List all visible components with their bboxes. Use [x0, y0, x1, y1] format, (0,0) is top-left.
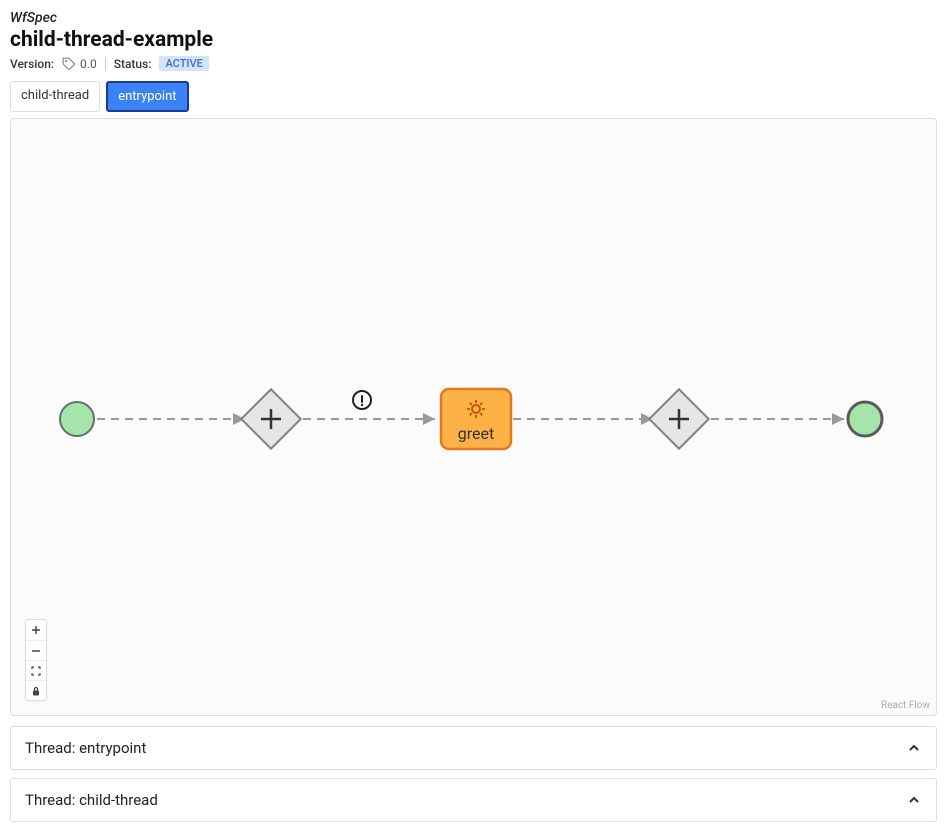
- start-node[interactable]: [60, 402, 94, 436]
- status-badge: ACTIVE: [159, 56, 208, 71]
- exclamation-icon: [353, 391, 371, 409]
- lock-icon: [31, 686, 41, 696]
- reactflow-attribution: React Flow: [881, 700, 930, 711]
- accordion-item-entrypoint[interactable]: Thread: entrypoint: [10, 726, 937, 770]
- accordion-label: Thread: child-thread: [25, 791, 158, 809]
- meta-divider: [105, 57, 106, 71]
- version-label: Version:: [10, 57, 54, 71]
- thread-accordion: Thread: entrypoint Thread: child-thread: [10, 726, 937, 822]
- accordion-item-child-thread[interactable]: Thread: child-thread: [10, 778, 937, 822]
- tag-icon: [62, 57, 76, 71]
- lock-button[interactable]: [26, 680, 46, 700]
- zoom-in-button[interactable]: [26, 620, 46, 640]
- header: WfSpec child-thread-example Version: 0.0…: [10, 10, 937, 71]
- task-node-greet[interactable]: greet: [441, 389, 511, 449]
- tab-child-thread[interactable]: child-thread: [10, 81, 100, 112]
- zoom-out-button[interactable]: [26, 640, 46, 660]
- fit-view-button[interactable]: [26, 660, 46, 680]
- fit-icon: [31, 666, 41, 676]
- flow-canvas[interactable]: greet React Flow: [10, 118, 937, 716]
- chevron-up-icon: [906, 740, 922, 756]
- page-title: child-thread-example: [10, 28, 937, 52]
- version-value: 0.0: [62, 57, 97, 71]
- chevron-up-icon: [906, 792, 922, 808]
- minus-icon: [31, 646, 41, 656]
- status-label: Status:: [114, 57, 152, 71]
- end-node[interactable]: [848, 402, 882, 436]
- version-number: 0.0: [80, 57, 97, 71]
- accordion-label: Thread: entrypoint: [25, 739, 146, 757]
- meta-row: Version: 0.0 Status: ACTIVE: [10, 56, 937, 71]
- flow-svg: greet: [11, 119, 936, 715]
- plus-icon: [31, 625, 41, 635]
- task-label: greet: [458, 424, 494, 443]
- gateway-node-2[interactable]: [649, 389, 708, 448]
- spec-type-label: WfSpec: [10, 10, 937, 26]
- tab-entrypoint[interactable]: entrypoint: [106, 81, 188, 112]
- thread-tabs: child-thread entrypoint: [10, 81, 937, 112]
- gateway-node-1[interactable]: [241, 389, 300, 448]
- zoom-controls: [25, 619, 47, 701]
